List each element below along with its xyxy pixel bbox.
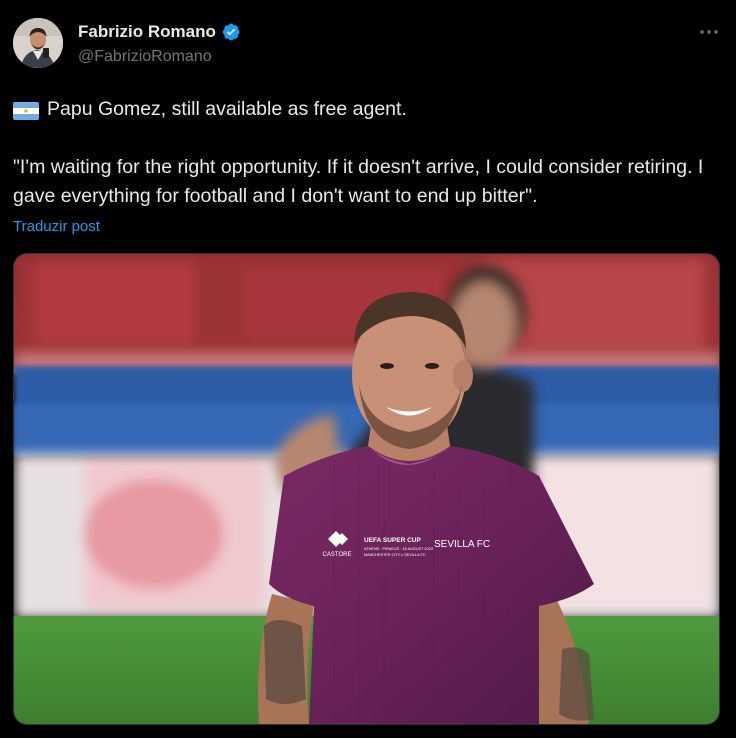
- more-horizontal-icon: [700, 30, 718, 34]
- translate-post-link[interactable]: Traduzir post: [13, 217, 100, 237]
- shirt-badge-text: UEFA SUPER CUP: [364, 537, 421, 544]
- tweet-quote: "I'm waiting for the right opportunity. …: [13, 156, 704, 207]
- shirt-badge-subtext: ATHENS · PIRAEUS · 16 AUGUST 2023: [364, 547, 433, 551]
- shirt-brand-text: CASTORE: [323, 552, 352, 558]
- author-display-name[interactable]: Fabrizio Romano: [78, 20, 216, 44]
- avatar[interactable]: [13, 18, 63, 68]
- verified-badge-icon: [221, 22, 241, 42]
- author-handle[interactable]: @FabrizioRomano: [78, 46, 212, 68]
- argentina-flag-icon: [13, 100, 39, 120]
- tweet-headline: Papu Gomez, still available as free agen…: [47, 97, 407, 120]
- shirt-badge-subtext-2: MANCHESTER CITY v SEVILLA FC: [364, 553, 426, 557]
- tweet-text: Papu Gomez, still available as free agen…: [13, 94, 725, 211]
- author-name-row: Fabrizio Romano: [78, 20, 241, 44]
- shirt-club-text: SEVILLA FC: [434, 539, 490, 550]
- player-photo: CASTORE UEFA SUPER CUP ATHENS · PIRAEUS …: [14, 254, 719, 724]
- tweet-first-line: Papu Gomez, still available as free agen…: [13, 94, 725, 124]
- tweet-media-photo[interactable]: CASTORE UEFA SUPER CUP ATHENS · PIRAEUS …: [13, 253, 720, 725]
- more-options-button[interactable]: [698, 22, 720, 42]
- tweet: Fabrizio Romano @FabrizioRomano Papu Gom…: [0, 0, 736, 738]
